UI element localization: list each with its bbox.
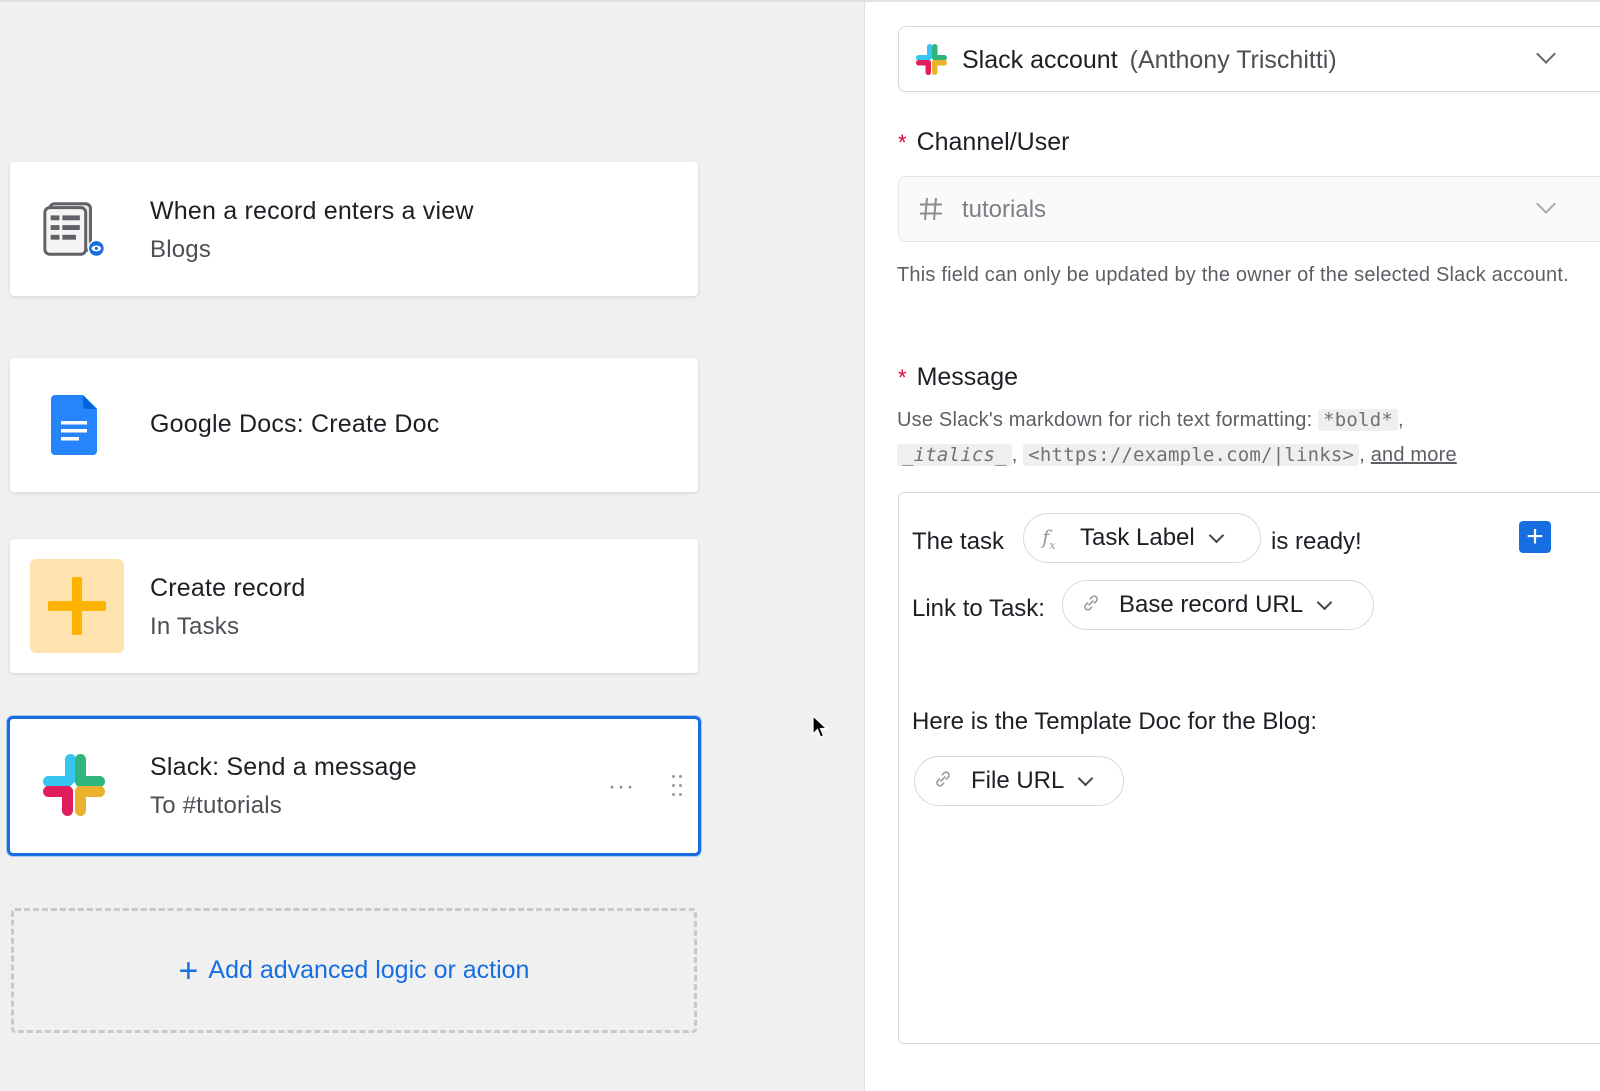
chevron-down-icon	[1078, 770, 1094, 786]
workflow-panel: When a record enters a view Blogs Google…	[0, 0, 864, 1091]
token-label: Base record URL	[1119, 591, 1304, 618]
token-label: File URL	[971, 767, 1065, 794]
mouse-cursor-icon	[812, 714, 829, 744]
trigger-title: When a record enters a view	[150, 197, 474, 225]
token-base-record-url[interactable]: Base record URL	[1062, 580, 1374, 630]
slack-account-icon	[915, 43, 948, 81]
code-bold: *bold*	[1318, 409, 1398, 431]
message-label: * Message	[898, 363, 1018, 392]
markdown-help-prefix: Use Slack's markdown for rich text forma…	[897, 409, 1313, 431]
add-plus-icon: +	[178, 951, 199, 990]
code-italics: _italics_	[897, 444, 1012, 466]
action-title: Google Docs: Create Doc	[150, 410, 440, 438]
token-file-url[interactable]: File URL	[914, 756, 1124, 806]
channel-label: * Channel/User	[898, 128, 1069, 157]
message-text: is ready!	[1271, 528, 1362, 555]
action-subtitle: To #tutorials	[150, 792, 282, 819]
token-task-label[interactable]: fx Task Label	[1023, 513, 1261, 563]
slack-account-select[interactable]: Slack account (Anthony Trischitti)	[898, 26, 1600, 92]
link-icon	[1081, 593, 1103, 618]
required-marker: *	[898, 365, 907, 390]
link-icon	[933, 769, 955, 794]
message-text: Link to Task:	[912, 595, 1045, 622]
drag-handle-icon[interactable]	[670, 773, 684, 799]
plus-icon	[30, 559, 124, 653]
channel-value: tutorials	[962, 196, 1047, 223]
message-text: Here is the Template Doc for the Blog:	[912, 708, 1318, 735]
more-options-icon[interactable]: ···	[608, 773, 635, 801]
chevron-down-icon	[1208, 527, 1225, 543]
required-marker: *	[898, 130, 907, 155]
action-card-google-docs[interactable]: Google Docs: Create Doc	[10, 358, 698, 492]
record-view-icon	[40, 195, 108, 263]
trigger-subtitle: Blogs	[150, 236, 212, 263]
action-card-slack[interactable]: Slack: Send a message To #tutorials ···	[7, 716, 701, 856]
channel-label-text: Channel/User	[916, 128, 1070, 156]
insert-field-button[interactable]: +	[1519, 521, 1551, 553]
channel-select[interactable]: tutorials	[898, 176, 1600, 242]
slack-icon	[40, 751, 108, 819]
google-docs-icon	[40, 391, 108, 459]
config-panel: Slack account (Anthony Trischitti) * Chann…	[864, 0, 1600, 1091]
action-subtitle: In Tasks	[150, 613, 240, 640]
trigger-card[interactable]: When a record enters a view Blogs	[10, 162, 698, 296]
and-more-link[interactable]: and more	[1371, 444, 1457, 466]
action-title: Slack: Send a message	[150, 753, 417, 781]
chevron-down-icon	[1536, 194, 1556, 214]
channel-help-text: This field can only be updated by the ow…	[897, 264, 1569, 286]
chevron-down-icon	[1316, 594, 1333, 610]
chevron-down-icon	[1536, 44, 1556, 64]
code-links: <https://example.com/|links>	[1023, 444, 1360, 466]
message-help-text: Use Slack's markdown for rich text forma…	[897, 409, 1457, 466]
action-card-create-record[interactable]: Create record In Tasks	[10, 539, 698, 673]
add-action-label: Add advanced logic or action	[208, 956, 530, 984]
message-editor[interactable]: The task fx Task Label is ready! + Link …	[898, 492, 1600, 1044]
add-action-button[interactable]: + Add advanced logic or action	[11, 908, 697, 1033]
message-label-text: Message	[916, 363, 1019, 391]
action-title: Create record	[150, 574, 306, 602]
hash-icon	[919, 196, 943, 227]
plus-icon: +	[1526, 520, 1544, 553]
message-text: The task	[912, 528, 1005, 555]
slack-account-label: Slack account	[962, 46, 1118, 74]
slack-account-owner: (Anthony Trischitti)	[1129, 46, 1337, 74]
token-label: Task Label	[1080, 524, 1195, 551]
formula-icon: fx	[1042, 524, 1056, 552]
